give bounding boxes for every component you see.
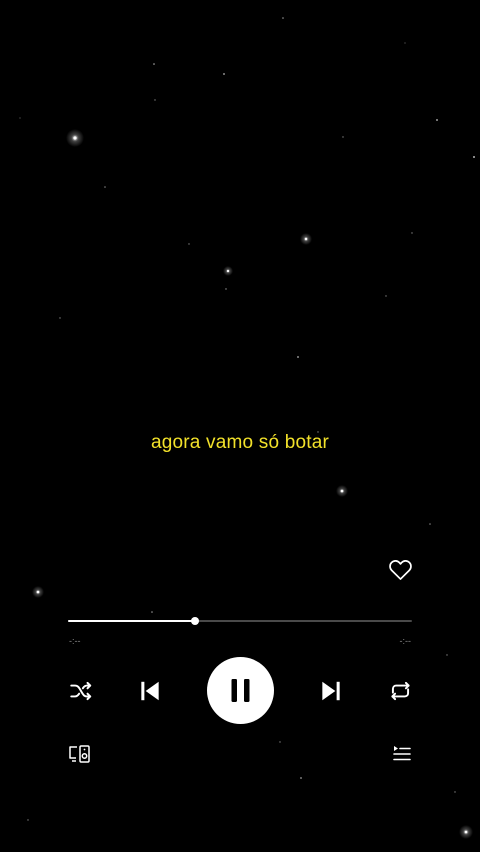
pause-button[interactable] <box>207 657 274 724</box>
skip-previous-icon[interactable] <box>137 678 163 704</box>
lyric-line: agora vamo só botar <box>150 432 330 453</box>
shuffle-icon[interactable] <box>68 678 94 704</box>
starfield-background <box>19 17 475 839</box>
remaining-time: -:-- <box>399 636 412 646</box>
skip-next-icon[interactable] <box>318 678 344 704</box>
like-heart-icon[interactable] <box>387 556 414 583</box>
star-glows <box>32 129 473 839</box>
progress-handle[interactable] <box>191 617 200 625</box>
progress-fill <box>68 620 196 622</box>
elapsed-time: -:-- <box>69 636 81 646</box>
player-screen: agora vamo só botar -:-- -:-- <box>0 0 480 852</box>
connect-device-icon[interactable] <box>68 744 92 764</box>
queue-icon[interactable] <box>392 744 412 764</box>
progress-bar[interactable] <box>68 614 412 628</box>
pause-icon <box>231 679 250 702</box>
repeat-icon[interactable] <box>387 678 414 704</box>
